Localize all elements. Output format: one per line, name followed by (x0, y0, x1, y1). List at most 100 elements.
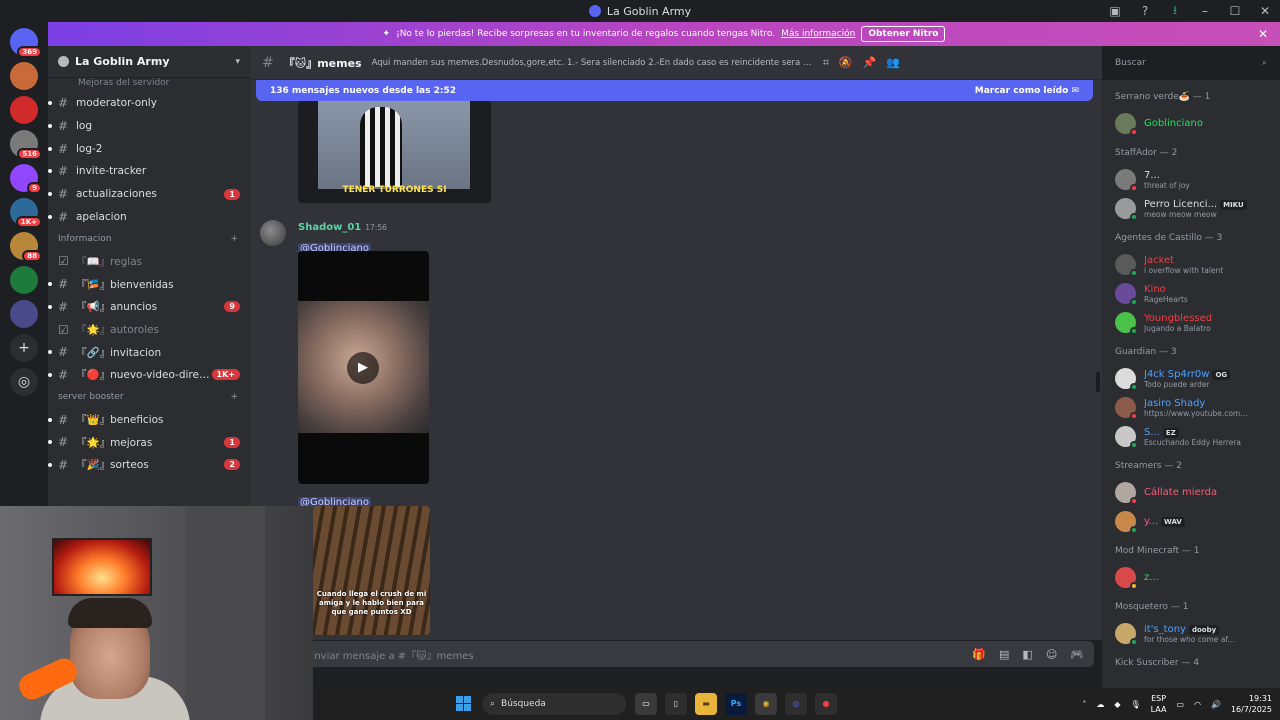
play-icon[interactable]: ▶ (347, 352, 379, 384)
windows-start-icon[interactable] (456, 696, 471, 711)
server-icon[interactable] (10, 62, 38, 90)
gift-icon[interactable]: 🎁 (972, 648, 986, 661)
server-icon[interactable]: 88 (10, 232, 42, 262)
language-indicator[interactable]: ESP LAA (1151, 693, 1167, 715)
server-icon[interactable]: 9 (10, 164, 42, 194)
server-icon[interactable]: 516 (10, 130, 42, 160)
channel-item[interactable]: # invite-tracker (48, 160, 250, 183)
presence-indicator (1130, 497, 1138, 505)
discord-taskbar-icon[interactable]: ◎ (785, 693, 807, 715)
add-server-icon[interactable]: + (10, 334, 38, 362)
help-icon[interactable]: ? (1130, 4, 1160, 18)
member-item[interactable]: z... (1115, 563, 1280, 592)
channel-topic[interactable]: Aqui manden sus memes.Desnudos,gore,etc.… (372, 58, 813, 68)
obs-icon[interactable]: ● (815, 693, 837, 715)
minimize-button[interactable]: – (1190, 4, 1220, 18)
member-item[interactable]: it's_tony dooby for those who come af... (1115, 619, 1280, 648)
category-informacion[interactable]: Informacion + (48, 228, 250, 250)
member-status: Jugando a Balatro (1144, 323, 1211, 333)
close-banner-icon[interactable]: ✕ (1258, 27, 1268, 41)
task-view-icon[interactable]: ▭ (635, 693, 657, 715)
pin-icon[interactable]: 📌 (863, 56, 877, 69)
sticker-icon[interactable]: ◧ (1022, 648, 1032, 661)
server-icon[interactable] (10, 300, 38, 328)
avatar[interactable] (260, 220, 286, 246)
server-icon[interactable]: 1K+ (10, 198, 42, 228)
mark-read-button[interactable]: Marcar como leído ✉ (975, 86, 1079, 96)
message-composer[interactable]: Enviar mensaje a #『🐱』memes 🎁 ▤ ◧ ☺ 🎮 (258, 641, 1094, 667)
video-attachment[interactable]: Cuando llega el crush de mi amiga y le h… (313, 506, 430, 635)
title-bar: La Goblin Army ▣ ? ⭳ – ☐ ✕ (0, 0, 1280, 22)
member-item[interactable]: J4ck Sp4rr0w OG Todo puede arder (1115, 364, 1280, 393)
channel-item[interactable]: # 『🔴』nuevo-video-direc... 1K+ (48, 364, 250, 387)
photoshop-icon[interactable]: Ps (725, 693, 747, 715)
channel-item[interactable]: ☑ 『🌟』autoroles (48, 318, 250, 341)
channel-item[interactable]: # 『📢』anuncios 9 (48, 296, 250, 319)
wifi-icon[interactable]: ◠ (1194, 700, 1201, 709)
guild-header[interactable]: La Goblin Army ▾ (48, 46, 250, 78)
channel-item[interactable]: # actualizaciones 1 (48, 183, 250, 206)
new-messages-bar[interactable]: 136 mensajes nuevos desde las 2:52 Marca… (256, 80, 1093, 101)
taskbar-search[interactable]: ⌕ Búsqueda (482, 693, 626, 715)
volume-icon[interactable]: 🔊 (1211, 700, 1221, 709)
mention-badge: 369 (17, 46, 42, 58)
add-channel-icon[interactable]: + (230, 234, 238, 244)
chrome-icon[interactable]: ◉ (755, 693, 777, 715)
server-icon[interactable] (10, 266, 38, 294)
member-item[interactable]: Goblinciano (1115, 109, 1280, 138)
explore-icon[interactable]: ◎ (10, 368, 38, 396)
channel-item[interactable]: # log (48, 115, 250, 138)
display-icon[interactable]: ▭ (1176, 700, 1184, 709)
member-item[interactable]: Jacket i overflow with talent (1115, 250, 1280, 279)
channel-item[interactable]: # 『🔗』invitacion (48, 341, 250, 364)
members-icon[interactable]: 👥 (886, 56, 900, 69)
close-window-button[interactable]: ✕ (1250, 4, 1280, 18)
channel-item[interactable]: # 『🌟』mejoras 1 (48, 431, 250, 454)
member-item[interactable]: S... EZ Escuchando Eddy Herrera (1115, 422, 1280, 451)
search-input[interactable]: Buscar ⌕ (1109, 52, 1273, 74)
channel-item[interactable]: # 『👑』beneficios (48, 408, 250, 431)
channel-item[interactable]: # 『🎏』bienvenidas (48, 273, 250, 296)
system-clock[interactable]: 19:31 16/7/2025 (1231, 693, 1272, 715)
member-item[interactable]: Cállate mierda (1115, 478, 1280, 507)
member-item[interactable]: 7... threat of joy (1115, 165, 1280, 194)
image-person (360, 107, 402, 187)
get-nitro-button[interactable]: Obtener Nitro (861, 26, 946, 42)
channel-item[interactable]: ☑ 『📖』reglas (48, 250, 250, 273)
channel-item[interactable]: # moderator-only (48, 92, 250, 115)
category-server-booster[interactable]: server booster + (48, 386, 250, 408)
member-item[interactable]: Perro Licenci... MIKU meow meow meow (1115, 194, 1280, 223)
file-explorer-icon[interactable]: ▬ (695, 693, 717, 715)
member-item[interactable]: Youngblessed Jugando a Balatro (1115, 308, 1280, 337)
microphone-icon[interactable]: 🎙 (1130, 700, 1140, 709)
gif-icon[interactable]: ▤ (999, 648, 1009, 661)
channel-item[interactable]: # log-2 (48, 137, 250, 160)
apps-icon[interactable]: 🎮 (1070, 648, 1084, 661)
maximize-button[interactable]: ☐ (1220, 4, 1250, 18)
server-icon[interactable]: 369 (10, 28, 42, 58)
member-item[interactable]: y... WAV (1115, 507, 1280, 536)
member-item[interactable]: Kino RageHearts (1115, 279, 1280, 308)
network-tray-icon[interactable]: ◆ (1114, 700, 1120, 709)
terminal-icon[interactable]: ▯ (665, 693, 687, 715)
server-icon[interactable] (10, 96, 38, 124)
add-channel-icon[interactable]: + (230, 392, 238, 402)
scrollbar[interactable] (1096, 372, 1100, 392)
image-attachment[interactable]: TENER TURRONES SI (298, 101, 491, 203)
inbox-icon[interactable]: ▣ (1100, 4, 1130, 18)
video-attachment[interactable]: ▶ (298, 251, 429, 484)
threads-icon[interactable]: ⌗ (823, 56, 829, 70)
chevron-up-icon[interactable]: ˄ (1082, 700, 1086, 709)
cloud-icon[interactable]: ☁ (1096, 700, 1104, 709)
member-name: it's_tony (1144, 623, 1186, 635)
member-item[interactable]: Jasiro Shady https://www.youtube.com... (1115, 393, 1280, 422)
channel-item[interactable]: # apelacion (48, 205, 250, 228)
nitro-more-info-link[interactable]: Más información (781, 29, 855, 39)
download-icon[interactable]: ⭳ (1160, 1, 1190, 22)
hash-icon: # (262, 54, 274, 71)
member-name: Jacket (1144, 254, 1175, 266)
emoji-icon[interactable]: ☺ (1046, 648, 1057, 661)
channel-item[interactable]: # 『🎉』sorteos 2 (48, 454, 250, 477)
mute-icon[interactable]: 🔕 (839, 56, 853, 69)
message-author[interactable]: Shadow_01 17:56 (298, 222, 387, 233)
